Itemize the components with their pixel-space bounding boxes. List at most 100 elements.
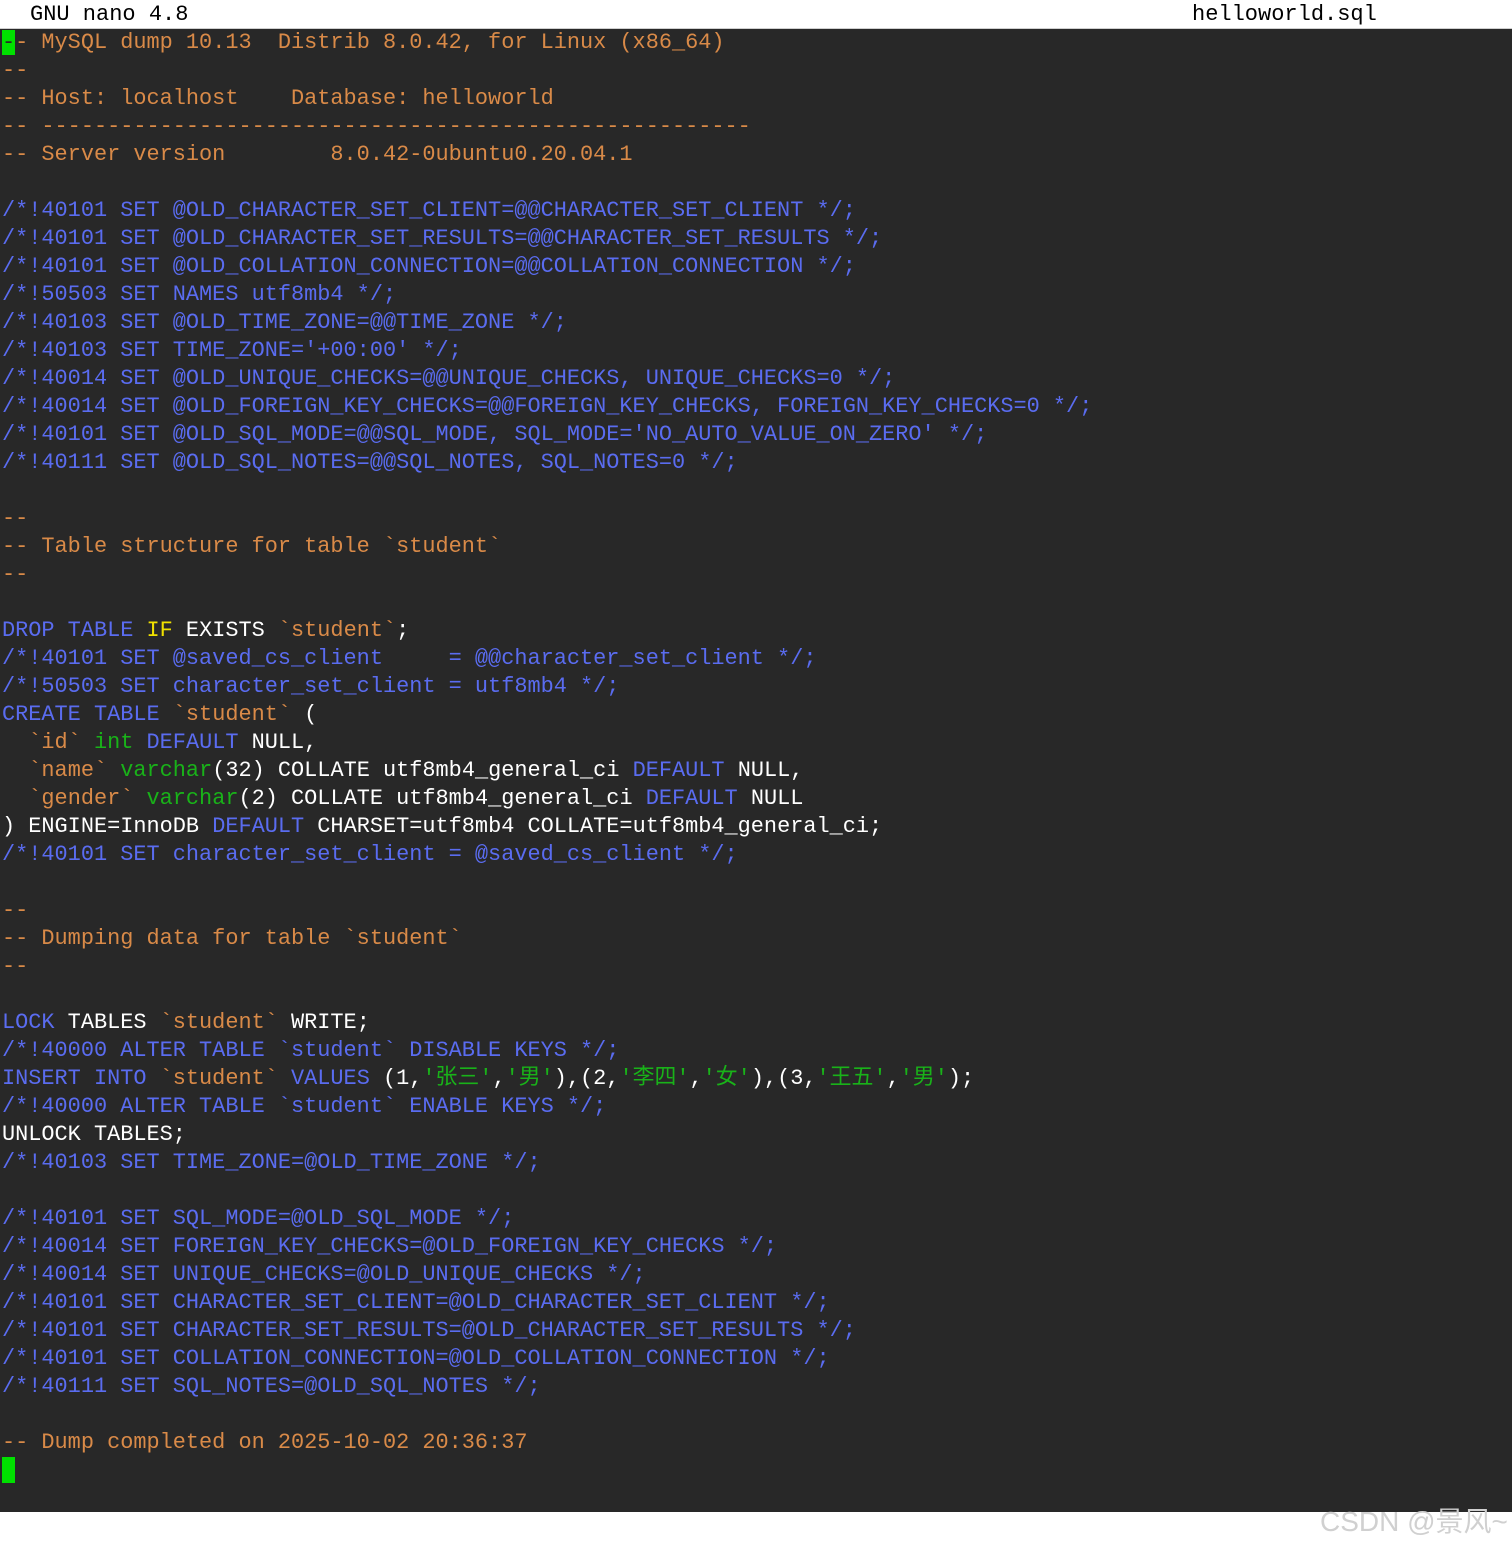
- code-token: ,: [492, 1066, 506, 1091]
- code-token: -- Table structure for table `student`: [2, 534, 502, 559]
- code-line: `gender` varchar(2) COLLATE utf8mb4_gene…: [0, 785, 1512, 813]
- code-line: ) ENGINE=InnoDB DEFAULT CHARSET=utf8mb4 …: [0, 813, 1512, 841]
- code-token: `name`: [28, 758, 108, 783]
- code-token: /*!40014 SET FOREIGN_KEY_CHECKS=@OLD_FOR…: [2, 1234, 778, 1259]
- code-token: DEFAULT: [632, 758, 725, 783]
- code-token: IF: [146, 618, 173, 643]
- code-token: --: [2, 506, 29, 531]
- code-token: CHARSET=utf8mb4 COLLATE=utf8mb4_general_…: [304, 814, 883, 839]
- editor-lines: -- MySQL dump 10.13 Distrib 8.0.42, for …: [0, 29, 1512, 1485]
- code-token: ) ENGINE=InnoDB: [2, 814, 213, 839]
- code-token: /*!40000 ALTER TABLE `student` ENABLE KE…: [2, 1094, 607, 1119]
- code-token: /*!40101 SET character_set_client = @sav…: [2, 842, 738, 867]
- code-line: UNLOCK TABLES;: [0, 1121, 1512, 1149]
- code-token: /*!40101 SET COLLATION_CONNECTION=@OLD_C…: [2, 1346, 830, 1371]
- code-token: - MySQL dump 10.13 Distrib 8.0.42, for L…: [15, 30, 725, 55]
- watermark-text: CSDN @景风~: [1320, 1506, 1508, 1537]
- code-token: LOCK: [2, 1010, 55, 1035]
- code-line: /*!40014 SET FOREIGN_KEY_CHECKS=@OLD_FOR…: [0, 1233, 1512, 1261]
- code-token: `student`: [172, 702, 292, 727]
- code-line: /*!40101 SET @OLD_COLLATION_CONNECTION=@…: [0, 253, 1512, 281]
- code-line: -- Host: localhost Database: helloworld: [0, 85, 1512, 113]
- code-line: `name` varchar(32) COLLATE utf8mb4_gener…: [0, 757, 1512, 785]
- code-token: EXISTS: [172, 618, 278, 643]
- code-line: /*!40000 ALTER TABLE `student` ENABLE KE…: [0, 1093, 1512, 1121]
- code-token: varchar: [146, 786, 239, 811]
- code-token: /*!40101 SET @OLD_CHARACTER_SET_RESULTS=…: [2, 226, 883, 251]
- code-token: /*!50503 SET NAMES utf8mb4 */;: [2, 282, 397, 307]
- code-token: ;: [396, 618, 410, 643]
- code-token: '张三': [422, 1066, 493, 1091]
- code-token: /*!40111 SET @OLD_SQL_NOTES=@@SQL_NOTES,…: [2, 450, 738, 475]
- code-line: /*!40101 SET @OLD_CHARACTER_SET_CLIENT=@…: [0, 197, 1512, 225]
- code-token: DROP TABLE: [2, 618, 147, 643]
- code-token: );: [947, 1066, 975, 1091]
- code-token: DEFAULT: [146, 730, 239, 755]
- code-token: DEFAULT: [212, 814, 305, 839]
- code-line: /*!40111 SET SQL_NOTES=@OLD_SQL_NOTES */…: [0, 1373, 1512, 1401]
- code-token: /*!40101 SET SQL_MODE=@OLD_SQL_MODE */;: [2, 1206, 515, 1231]
- editor-text-area[interactable]: -- MySQL dump 10.13 Distrib 8.0.42, for …: [0, 29, 1512, 1512]
- code-token: DEFAULT: [645, 786, 738, 811]
- code-token: varchar: [120, 758, 213, 783]
- code-line: --: [0, 561, 1512, 589]
- file-name-label: helloworld.sql: [1192, 2, 1377, 27]
- code-line: -- MySQL dump 10.13 Distrib 8.0.42, for …: [0, 29, 1512, 57]
- code-line: /*!40103 SET TIME_ZONE='+00:00' */;: [0, 337, 1512, 365]
- code-token: /*!40101 SET @saved_cs_client = @@charac…: [2, 646, 817, 671]
- code-token: '男': [505, 1066, 554, 1091]
- code-line: --: [0, 505, 1512, 533]
- code-token: `student`: [277, 618, 397, 643]
- code-line: /*!40101 SET @OLD_SQL_MODE=@@SQL_MODE, S…: [0, 421, 1512, 449]
- code-token: '王五': [816, 1066, 887, 1091]
- code-line: /*!40103 SET @OLD_TIME_ZONE=@@TIME_ZONE …: [0, 309, 1512, 337]
- nano-version-label: GNU nano 4.8: [30, 2, 189, 27]
- code-token: /*!40111 SET SQL_NOTES=@OLD_SQL_NOTES */…: [2, 1374, 541, 1399]
- code-line: --: [0, 897, 1512, 925]
- code-line: /*!50503 SET NAMES utf8mb4 */;: [0, 281, 1512, 309]
- code-line: -- -------------------------------------…: [0, 113, 1512, 141]
- code-line: --: [0, 953, 1512, 981]
- nano-title-bar: GNU nano 4.8 helloworld.sql: [0, 0, 1512, 29]
- code-line: /*!40101 SET COLLATION_CONNECTION=@OLD_C…: [0, 1345, 1512, 1373]
- code-line: /*!40101 SET @saved_cs_client = @@charac…: [0, 645, 1512, 673]
- code-line: INSERT INTO `student` VALUES (1,'张三','男'…: [0, 1065, 1512, 1093]
- code-line: /*!40000 ALTER TABLE `student` DISABLE K…: [0, 1037, 1512, 1065]
- code-token: /*!50503 SET character_set_client = utf8…: [2, 674, 620, 699]
- code-line: --: [0, 57, 1512, 85]
- code-token: --: [2, 58, 29, 83]
- code-token: -- Dump completed on 2025-10-02 20:36:37: [2, 1430, 528, 1455]
- code-line: DROP TABLE IF EXISTS `student`;: [0, 617, 1512, 645]
- code-token: '李四': [619, 1066, 690, 1091]
- code-line: `id` int DEFAULT NULL,: [0, 729, 1512, 757]
- code-token: UNLOCK TABLES;: [2, 1122, 186, 1147]
- code-token: ),(3,: [750, 1066, 817, 1091]
- code-line: /*!40014 SET @OLD_FOREIGN_KEY_CHECKS=@@F…: [0, 393, 1512, 421]
- code-token: NULL,: [238, 730, 318, 755]
- text-cursor: [2, 1457, 15, 1484]
- code-line: -- Dump completed on 2025-10-02 20:36:37: [0, 1429, 1512, 1457]
- code-line: /*!40101 SET character_set_client = @sav…: [0, 841, 1512, 869]
- code-token: VALUES: [291, 1066, 370, 1091]
- code-token: ,: [689, 1066, 703, 1091]
- code-line: /*!40014 SET @OLD_UNIQUE_CHECKS=@@UNIQUE…: [0, 365, 1512, 393]
- code-token: --: [2, 898, 29, 923]
- code-token: ,: [886, 1066, 900, 1091]
- code-token: '男': [899, 1066, 948, 1091]
- code-token: -- Dumping data for table `student`: [2, 926, 462, 951]
- code-line: /*!40101 SET SQL_MODE=@OLD_SQL_MODE */;: [0, 1205, 1512, 1233]
- code-token: --: [2, 954, 29, 979]
- code-token: /*!40101 SET @OLD_COLLATION_CONNECTION=@…: [2, 254, 856, 279]
- code-token: --: [2, 562, 29, 587]
- code-token: -- Server version 8.0.42-0ubuntu0.20.04.…: [2, 142, 633, 167]
- code-token: /*!40101 SET CHARACTER_SET_CLIENT=@OLD_C…: [2, 1290, 830, 1315]
- code-token: /*!40101 SET CHARACTER_SET_RESULTS=@OLD_…: [2, 1318, 856, 1343]
